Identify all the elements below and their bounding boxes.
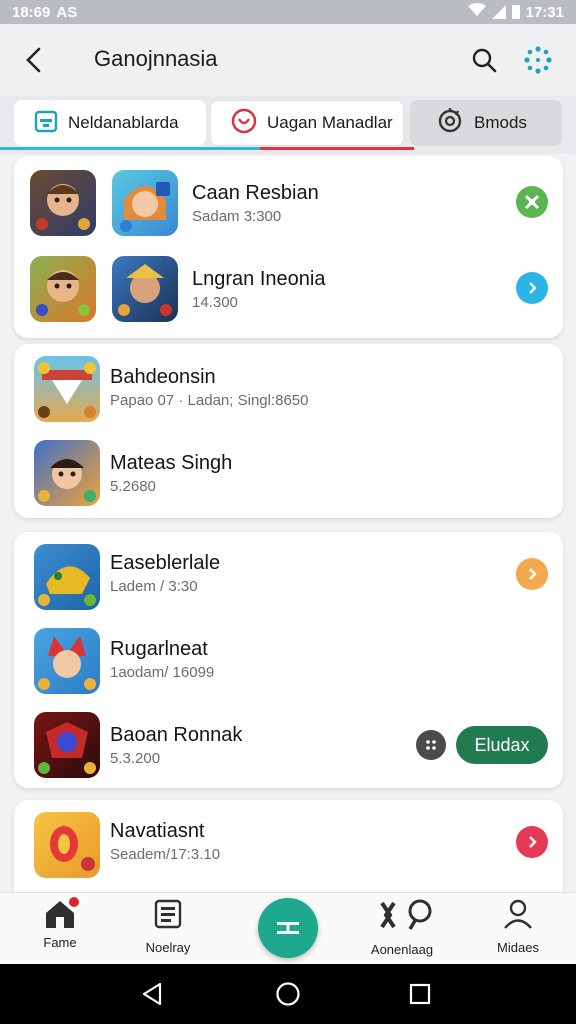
game-title: Rugarlneat — [110, 638, 208, 660]
system-nav-bar — [0, 964, 576, 1024]
nav-label: Midaes — [497, 940, 539, 955]
list-item[interactable]: Mateas Singh 5.2680 — [14, 430, 563, 510]
page-title: Ganojnnasia — [94, 46, 218, 71]
tab-bar: Neldanablarda Uagan Manadlar Bmods — [0, 96, 576, 154]
tab-label: Neldanablarda — [68, 113, 179, 132]
game-avatar-icon — [34, 440, 100, 506]
search-icon[interactable] — [466, 42, 502, 78]
game-subtitle: 1aodam/ 16099 — [110, 664, 215, 681]
home-circle-icon[interactable] — [270, 978, 306, 1010]
app-bar: Ganojnnasia — [0, 24, 576, 96]
game-avatar-icon — [112, 256, 178, 322]
game-avatar-icon — [30, 256, 96, 322]
game-subtitle: 5.2680 — [110, 478, 156, 495]
game-title: Lngran Ineonia — [192, 268, 326, 290]
target-icon — [231, 108, 257, 139]
game-avatar-icon — [112, 170, 178, 236]
tab-label: Uagan Manadlar — [267, 113, 393, 132]
game-card: Caan Resbian Sadam 3:300 Lngran Ineonia … — [14, 156, 563, 338]
chevron-right-icon[interactable] — [516, 826, 548, 858]
status-time-left: 18:69 — [12, 3, 51, 21]
nav-item-aonenlaag[interactable]: Aonenlaag — [354, 899, 450, 963]
tab-indicator-red — [260, 147, 414, 150]
chevron-right-icon[interactable] — [516, 558, 548, 590]
game-avatar-icon — [34, 712, 100, 778]
game-card: Easeblerlale Ladem / 3:30 Rugarlneat 1ao… — [14, 532, 563, 788]
list-item[interactable]: Lngran Ineonia 14.300 — [14, 244, 563, 324]
back-triangle-icon[interactable] — [134, 978, 170, 1010]
action-button[interactable]: Eludax — [456, 726, 548, 764]
list-item[interactable]: Easeblerlale Ladem / 3:30 — [14, 532, 563, 612]
tab-bmods[interactable]: Bmods — [410, 100, 562, 146]
game-title: Mateas Singh — [110, 452, 233, 474]
gear-icon — [436, 107, 464, 140]
list-item[interactable]: Baoan Ronnak 5.3.200 Eludax — [14, 704, 563, 784]
tab-label: Bmods — [474, 113, 527, 132]
game-avatar-icon — [34, 628, 100, 694]
back-arrow-icon[interactable] — [18, 44, 50, 76]
calendar-icon — [34, 109, 58, 138]
recents-square-icon[interactable] — [402, 978, 438, 1010]
dots-icon[interactable] — [416, 730, 446, 760]
dots-grid-icon[interactable] — [520, 42, 556, 78]
game-title: Bahdeonsin — [110, 366, 216, 388]
notification-badge — [67, 895, 81, 909]
tab-indicator-teal — [0, 147, 260, 150]
chevron-right-icon[interactable] — [516, 272, 548, 304]
list-item[interactable]: Navatiasnt Seadem/17:3.10 — [14, 800, 563, 880]
list-item[interactable]: Rugarlneat 1aodam/ 16099 — [14, 618, 563, 698]
game-avatar-icon — [34, 812, 100, 878]
game-subtitle: 5.3.200 — [110, 750, 161, 767]
status-left-label: AS — [56, 3, 78, 21]
plus-icon[interactable] — [258, 898, 318, 958]
nav-item-fame[interactable]: Fame — [12, 895, 108, 963]
game-avatar-icon — [34, 356, 100, 422]
signal-icon — [491, 5, 506, 19]
list-item[interactable]: Caan Resbian Sadam 3:300 — [14, 156, 563, 236]
status-time-right: 17:31 — [525, 3, 564, 21]
game-avatar-icon — [30, 170, 96, 236]
game-title: Caan Resbian — [192, 182, 319, 204]
tools-icon — [366, 899, 438, 936]
game-subtitle: 14.300 — [192, 294, 238, 311]
game-title: Navatiasnt — [110, 820, 205, 842]
tab-uagan-manadlar[interactable]: Uagan Manadlar — [210, 100, 404, 146]
grid-badge-icon[interactable] — [516, 186, 548, 218]
nav-label: Fame — [43, 935, 77, 950]
game-subtitle: Sadam 3:300 — [192, 208, 282, 225]
battery-icon — [511, 5, 520, 19]
profile-icon — [503, 899, 533, 934]
list-icon — [153, 899, 183, 934]
game-card: Bahdeonsin Papao 07 · Ladan; Singl:8650 … — [14, 344, 563, 518]
game-subtitle: Ladem / 3:30 — [110, 578, 198, 595]
nav-label: Aonenlaag — [370, 942, 434, 957]
nav-item-midaes[interactable]: Midaes — [470, 899, 566, 963]
game-title: Easeblerlale — [110, 552, 221, 574]
nav-label: Noelray — [145, 940, 191, 955]
wifi-icon — [467, 3, 486, 21]
game-subtitle: Papao 07 · Ladan; Singl:8650 — [110, 392, 309, 409]
game-avatar-icon — [34, 544, 100, 610]
list-item[interactable]: Bahdeonsin Papao 07 · Ladan; Singl:8650 — [14, 344, 563, 424]
home-icon — [43, 895, 81, 929]
game-title: Baoan Ronnak — [110, 724, 243, 746]
game-subtitle: Seadem/17:3.10 — [110, 846, 221, 863]
status-bar: 18:69 AS 17:31 — [0, 0, 576, 24]
nav-item-noelray[interactable]: Noelray — [120, 899, 216, 963]
tab-neldanablarda[interactable]: Neldanablarda — [14, 100, 206, 146]
